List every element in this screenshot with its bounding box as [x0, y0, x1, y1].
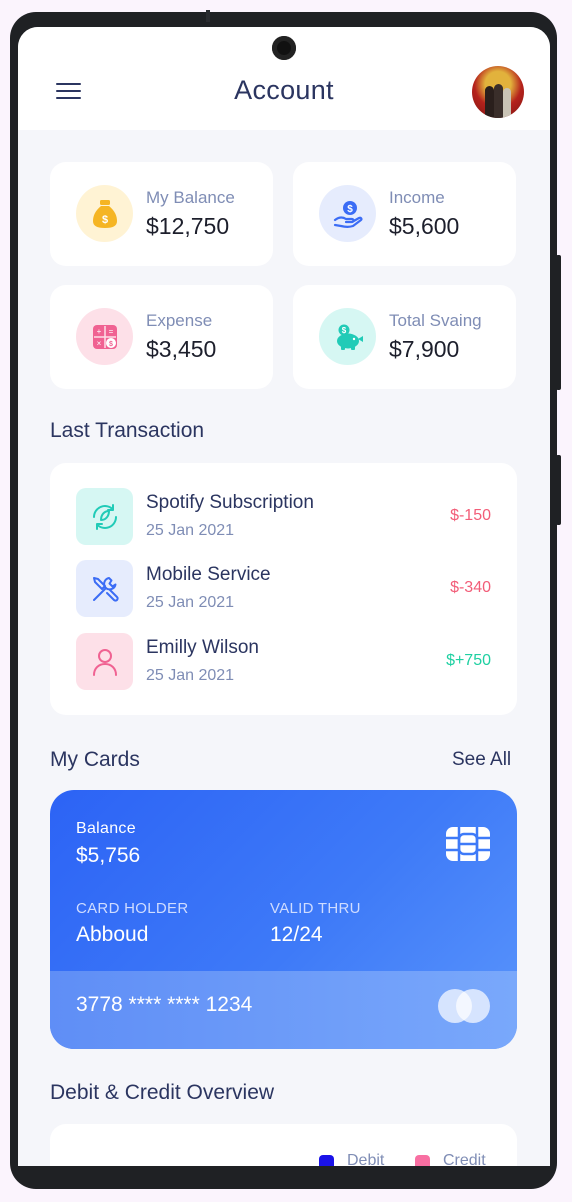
money-bag-icon: $: [76, 185, 133, 242]
tools-icon: [76, 560, 133, 617]
stat-label: Expense: [146, 311, 213, 330]
app-screen: Account $ My Balance $12,750 $ Income $5…: [18, 27, 550, 1166]
legend-credit-label: Credit: [443, 1152, 486, 1166]
card-holder: Abboud: [76, 923, 149, 946]
stat-value: $7,900: [389, 336, 460, 362]
stat-card-expense[interactable]: + = × $ Expense $3,450: [50, 285, 273, 389]
credit-card[interactable]: Balance $5,756 CARD HOLDER Abboud VALID …: [50, 790, 517, 1049]
transaction-name: Spotify Subscription: [146, 492, 314, 513]
phone-top-nub: [206, 10, 210, 22]
front-camera: [272, 36, 296, 60]
svg-text:$: $: [347, 204, 353, 215]
transaction-date: 25 Jan 2021: [146, 594, 235, 611]
legend-debit-label: Debit: [347, 1152, 385, 1166]
card-holder-label: CARD HOLDER: [76, 900, 189, 917]
power-button: [556, 455, 561, 525]
card-number: 3778 **** **** 1234: [76, 993, 253, 1016]
card-balance-label: Balance: [76, 820, 136, 837]
svg-text:×: ×: [96, 339, 101, 348]
page-title: Account: [234, 75, 334, 105]
stat-label: Total Svaing: [389, 311, 482, 330]
transaction-name: Mobile Service: [146, 564, 271, 585]
calculator-icon: + = × $: [76, 308, 133, 365]
svg-text:+: +: [96, 327, 101, 336]
card-chip-icon: [446, 827, 490, 861]
section-title-transactions: Last Transaction: [50, 419, 205, 442]
svg-text:$: $: [109, 341, 113, 348]
card-valid: 12/24: [270, 923, 323, 946]
transaction-amount: $-150: [450, 507, 491, 524]
stat-label: Income: [389, 188, 445, 207]
see-all-link[interactable]: See All: [452, 749, 511, 771]
stat-card-balance[interactable]: $ My Balance $12,750: [50, 162, 273, 266]
transactions-card: Spotify Subscription 25 Jan 2021 $-150 M…: [50, 463, 517, 715]
piggy-bank-icon: $: [319, 308, 376, 365]
transaction-name: Emilly Wilson: [146, 637, 259, 658]
section-title-overview: Debit & Credit Overview: [50, 1081, 275, 1104]
stat-label: My Balance: [146, 188, 235, 207]
card-footer: 3778 **** **** 1234: [50, 971, 517, 1049]
volume-button: [556, 255, 561, 390]
top-app-bar: Account: [18, 27, 550, 130]
list-item[interactable]: Spotify Subscription 25 Jan 2021 $-150: [76, 488, 491, 546]
user-icon: [76, 633, 133, 690]
overview-chart-card: Debit Credit: [50, 1124, 517, 1166]
transaction-date: 25 Jan 2021: [146, 522, 235, 539]
stat-card-income[interactable]: $ Income $5,600: [293, 162, 516, 266]
card-balance: $5,756: [76, 844, 141, 867]
transaction-date: 25 Jan 2021: [146, 667, 235, 684]
stat-card-saving[interactable]: $ Total Svaing $7,900: [293, 285, 516, 389]
list-item[interactable]: Mobile Service 25 Jan 2021 $-340: [76, 560, 491, 618]
transaction-amount: $-340: [450, 579, 491, 596]
stat-value: $5,600: [389, 213, 460, 239]
stat-value: $12,750: [146, 213, 230, 239]
stat-value: $3,450: [146, 336, 217, 362]
svg-text:=: =: [108, 327, 113, 336]
transaction-amount: $+750: [446, 652, 491, 669]
card-valid-label: VALID THRU: [270, 900, 361, 917]
list-item[interactable]: Emilly Wilson 25 Jan 2021 $+750: [76, 633, 491, 691]
avatar[interactable]: [472, 66, 524, 118]
mastercard-logo-icon: [438, 989, 490, 1023]
refresh-subscription-icon: [76, 488, 133, 545]
section-title-cards: My Cards: [50, 748, 140, 771]
svg-text:$: $: [101, 214, 107, 226]
hand-coin-icon: $: [319, 185, 376, 242]
legend-debit-swatch: [319, 1155, 334, 1166]
legend-credit-swatch: [415, 1155, 430, 1166]
